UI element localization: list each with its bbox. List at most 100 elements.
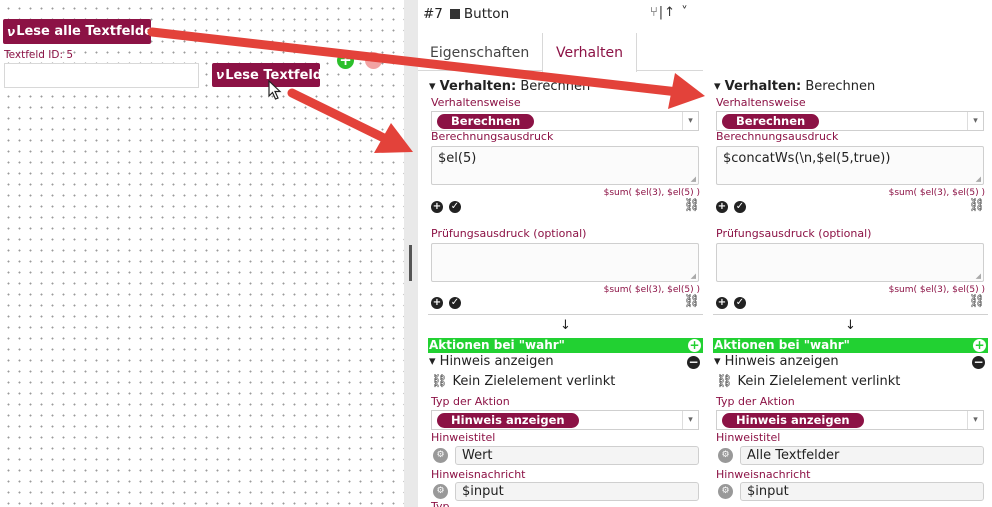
expression-hint: $sum( $el(3), $el(5) ) xyxy=(888,188,985,198)
remove-action-icon[interactable]: − xyxy=(687,356,700,369)
plus-circle-icon[interactable]: + xyxy=(431,297,443,309)
actions-true-label: Aktionen bei "wahr" xyxy=(714,338,850,352)
unlink-icon[interactable]: ⛓ xyxy=(968,294,985,309)
variable-icon[interactable]: ⚙ xyxy=(433,484,448,499)
hint-title-row: ⚙ Alle Textfelder xyxy=(716,446,984,465)
action-type-select[interactable]: Hinweis anzeigen ▾ xyxy=(431,410,699,430)
expression-label: Berechnungsausdruck xyxy=(716,130,839,143)
no-target-text: Kein Zielelement verlinkt xyxy=(452,374,616,389)
unlink-icon[interactable]: ⛓ xyxy=(716,374,733,389)
behavior-mode-label: Verhaltensweise xyxy=(716,96,806,109)
hint-message-label: Hinweisnachricht xyxy=(431,468,526,481)
expression-tools: + ✓ xyxy=(716,201,746,213)
behavior-mode-value: Berechnen xyxy=(722,114,820,129)
behavior-mode-value: Berechnen xyxy=(437,114,535,129)
plus-circle-icon[interactable]: + xyxy=(431,201,443,213)
expression-label: Berechnungsausdruck xyxy=(431,130,554,143)
hint-message-input[interactable]: $input xyxy=(740,482,984,501)
element-id: #7 xyxy=(423,6,443,22)
behavior-section-title[interactable]: ▾ Verhalten: Berechnen xyxy=(429,79,590,94)
chevron-down-icon[interactable]: ▾ xyxy=(967,411,983,429)
variable-icon[interactable]: ⚙ xyxy=(433,448,448,463)
action-type-select[interactable]: Hinweis anzeigen ▾ xyxy=(716,410,984,430)
read-textfield-button[interactable]: ν Lese Textfeld xyxy=(212,63,322,87)
tab-properties[interactable]: Eigenschaften xyxy=(430,33,529,71)
behavior-mode-select[interactable]: Berechnen ▾ xyxy=(431,111,699,131)
add-element-icon[interactable]: + xyxy=(337,52,354,69)
actions-true-label: Aktionen bei "wahr" xyxy=(429,338,565,352)
expression-textarea[interactable]: $el(5) ◢ xyxy=(431,146,699,185)
unlink-icon[interactable]: ⛓ xyxy=(431,374,448,389)
hint-message-row: ⚙ $input xyxy=(431,482,699,501)
action-type-label: Typ der Aktion xyxy=(716,395,795,408)
properties-header: #7 Button ⑂|↑ ˅ xyxy=(418,0,703,33)
action-type-label: Typ der Aktion xyxy=(431,395,510,408)
remove-action-icon[interactable]: − xyxy=(972,356,985,369)
unlink-icon[interactable]: ⛓ xyxy=(683,198,700,213)
tab-bar: Eigenschaften Verhalten xyxy=(418,33,703,72)
read-all-textfields-label: Lese alle Textfelder xyxy=(16,24,160,39)
check-expression-textarea[interactable]: ◢ xyxy=(716,243,984,282)
check-tools: + ✓ xyxy=(716,297,746,309)
tab-behavior[interactable]: Verhalten xyxy=(542,33,637,72)
designer-canvas[interactable]: ν Lese alle Textfelder Textfeld ID: 5 ν … xyxy=(0,0,404,507)
no-target-row: ⛓ Kein Zielelement verlinkt xyxy=(716,374,900,389)
divider xyxy=(713,314,988,315)
chevron-down-icon[interactable]: ▾ xyxy=(682,411,698,429)
check-circle-icon[interactable]: ✓ xyxy=(449,297,461,309)
element-type: Button xyxy=(463,6,510,22)
hint-title-input[interactable]: Wert xyxy=(455,446,699,465)
action-title[interactable]: ▾ Hinweis anzeigen xyxy=(429,354,554,369)
hint-title-label: Hinweistitel xyxy=(716,431,781,444)
unlink-icon[interactable]: ⛓ xyxy=(683,294,700,309)
check-expression-label: Prüfungsausdruck (optional) xyxy=(431,227,587,240)
actions-true-bar[interactable]: Aktionen bei "wahr" + xyxy=(713,338,988,353)
expression-textarea[interactable]: $concatWs(\n,$el(5,true)) ◢ xyxy=(716,146,984,185)
mouse-cursor-icon xyxy=(268,80,282,100)
variable-icon[interactable]: ⚙ xyxy=(718,484,733,499)
arrow-down-icon: ↓ xyxy=(560,318,571,333)
check-circle-icon[interactable]: ✓ xyxy=(449,201,461,213)
action-title[interactable]: ▾ Hinweis anzeigen xyxy=(714,354,839,369)
hint-message-row: ⚙ $input xyxy=(716,482,984,501)
flash-icon: ν xyxy=(7,24,16,39)
behavior-panel-after: ▾ Verhalten: Berechnen Verhaltensweise B… xyxy=(713,76,988,507)
chevron-down-icon[interactable]: ▾ xyxy=(682,112,698,130)
action-type-value: Hinweis anzeigen xyxy=(437,413,579,428)
read-all-textfields-button[interactable]: ν Lese alle Textfelder xyxy=(3,19,159,44)
behavior-panel-before: ▾ Verhalten: Berechnen Verhaltensweise B… xyxy=(428,76,703,507)
plus-circle-icon[interactable]: + xyxy=(716,297,728,309)
panel-splitter[interactable] xyxy=(404,0,418,507)
hint-message-input[interactable]: $input xyxy=(455,482,699,501)
remove-element-icon[interactable]: − xyxy=(365,52,382,69)
check-circle-icon[interactable]: ✓ xyxy=(734,297,746,309)
actions-true-bar[interactable]: Aktionen bei "wahr" + xyxy=(428,338,703,353)
flash-icon: ν xyxy=(216,68,225,82)
expression-tools: + ✓ xyxy=(431,201,461,213)
plus-circle-icon[interactable]: + xyxy=(716,201,728,213)
textfield-5[interactable] xyxy=(4,63,199,88)
header-tools[interactable]: ⑂|↑ ˅ xyxy=(650,5,689,20)
no-target-text: Kein Zielelement verlinkt xyxy=(737,374,901,389)
button-type-icon xyxy=(449,9,460,19)
arrow-down-icon: ↓ xyxy=(845,318,856,333)
type-label-cut: Typ xyxy=(431,500,450,507)
hint-title-label: Hinweistitel xyxy=(431,431,496,444)
hint-message-label: Hinweisnachricht xyxy=(716,468,811,481)
check-tools: + ✓ xyxy=(431,297,461,309)
hint-title-row: ⚙ Wert xyxy=(431,446,699,465)
variable-icon[interactable]: ⚙ xyxy=(718,448,733,463)
add-action-icon[interactable]: + xyxy=(688,339,701,352)
unlink-icon[interactable]: ⛓ xyxy=(968,198,985,213)
splitter-grip[interactable] xyxy=(409,245,412,281)
chevron-down-icon[interactable]: ▾ xyxy=(967,112,983,130)
check-circle-icon[interactable]: ✓ xyxy=(734,201,746,213)
action-type-value: Hinweis anzeigen xyxy=(722,413,864,428)
behavior-mode-label: Verhaltensweise xyxy=(431,96,521,109)
behavior-mode-select[interactable]: Berechnen ▾ xyxy=(716,111,984,131)
add-action-icon[interactable]: + xyxy=(973,339,986,352)
check-expression-textarea[interactable]: ◢ xyxy=(431,243,699,282)
behavior-section-title[interactable]: ▾ Verhalten: Berechnen xyxy=(714,79,875,94)
no-target-row: ⛓ Kein Zielelement verlinkt xyxy=(431,374,615,389)
hint-title-input[interactable]: Alle Textfelder xyxy=(740,446,984,465)
